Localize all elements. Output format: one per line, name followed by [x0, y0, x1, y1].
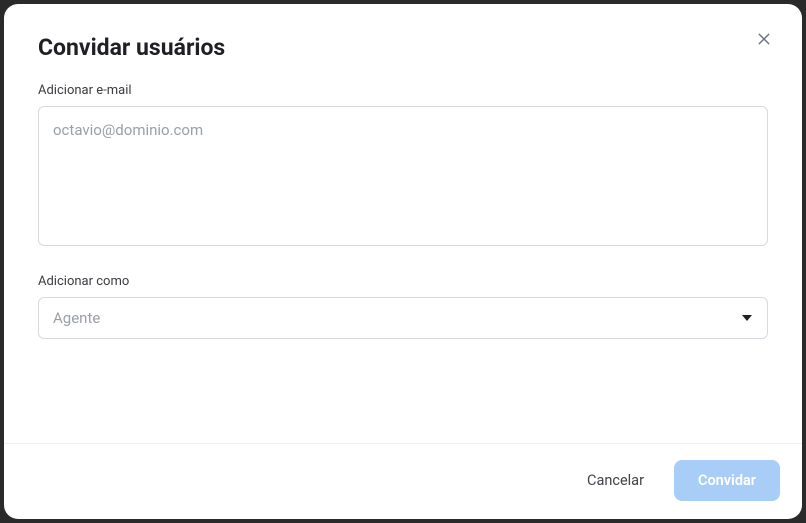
modal-footer: Cancelar Convidar — [4, 443, 802, 519]
modal-body: Convidar usuários Adicionar e-mail Adici… — [4, 4, 802, 443]
invite-users-modal: Convidar usuários Adicionar e-mail Adici… — [4, 4, 802, 519]
close-button[interactable] — [752, 28, 776, 52]
cancel-button[interactable]: Cancelar — [577, 464, 654, 497]
email-label: Adicionar e-mail — [38, 83, 768, 98]
email-section: Adicionar e-mail — [38, 83, 768, 250]
role-section: Adicionar como Agente — [38, 274, 768, 339]
role-select-wrapper: Agente — [38, 297, 768, 339]
invite-button[interactable]: Convidar — [674, 460, 780, 501]
role-select[interactable]: Agente — [38, 297, 768, 339]
email-input[interactable] — [38, 106, 768, 246]
modal-title: Convidar usuários — [38, 34, 768, 61]
close-icon — [756, 31, 772, 50]
role-label: Adicionar como — [38, 274, 768, 289]
